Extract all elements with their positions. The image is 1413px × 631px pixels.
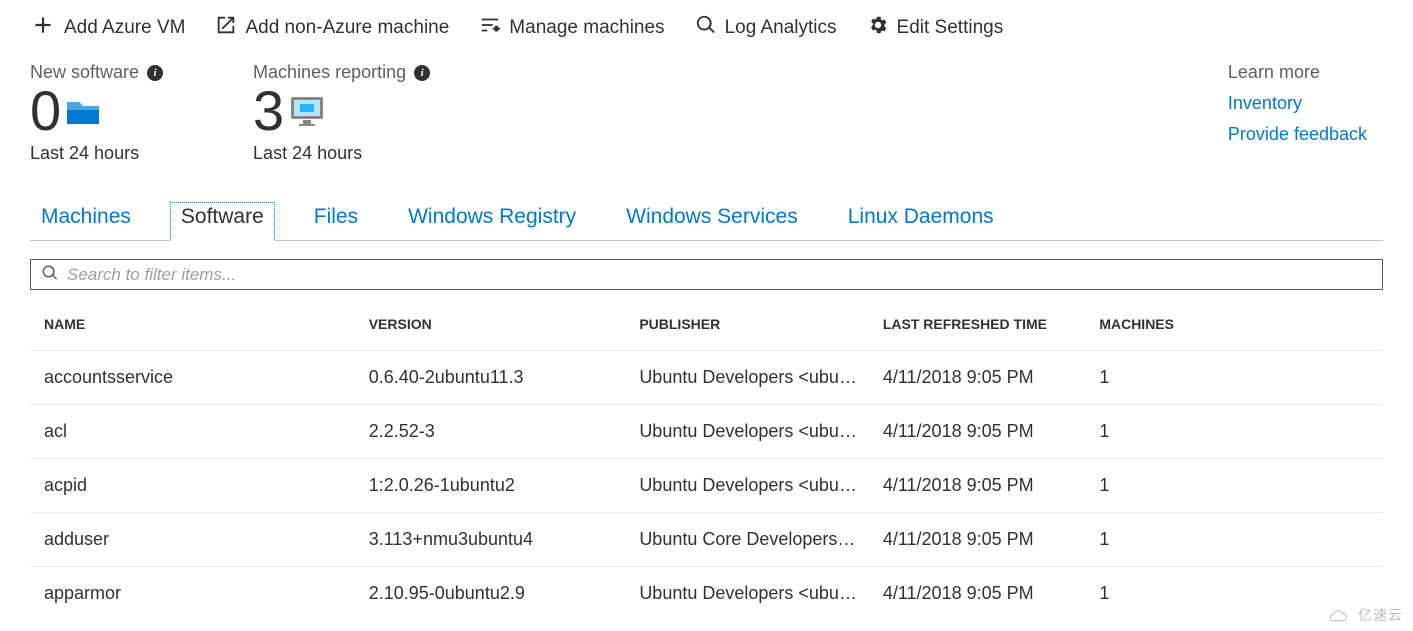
cell-machines: 1 (1085, 405, 1383, 459)
toolbar-label: Log Analytics (725, 17, 837, 39)
cell-name: apparmor (30, 567, 355, 621)
tab-files[interactable]: Files (303, 202, 369, 241)
tab-linux-daemons[interactable]: Linux Daemons (837, 202, 1005, 241)
table-row[interactable]: adduser3.113+nmu3ubuntu4Ubuntu Core Deve… (30, 513, 1383, 567)
gear-icon (867, 14, 889, 42)
cell-name: adduser (30, 513, 355, 567)
cell-machines: 1 (1085, 351, 1383, 405)
stat-value: 3 (253, 83, 284, 139)
cell-name: accountsservice (30, 351, 355, 405)
folder-icon (67, 98, 99, 124)
feedback-link[interactable]: Provide feedback (1228, 124, 1367, 145)
info-icon[interactable]: i (147, 65, 163, 81)
table-row[interactable]: accountsservice0.6.40-2ubuntu11.3Ubuntu … (30, 351, 1383, 405)
stat-machines-reporting: Machines reporting i 3 Last 24 hours (253, 62, 430, 164)
tab-software[interactable]: Software (170, 202, 275, 241)
toolbar-label: Add non-Azure machine (245, 17, 449, 39)
col-publisher[interactable]: PUBLISHER (625, 298, 869, 351)
cell-publisher: Ubuntu Developers <ubun… (625, 351, 869, 405)
col-machines[interactable]: MACHINES (1085, 298, 1383, 351)
tab-bar: Machines Software Files Windows Registry… (30, 174, 1383, 241)
toolbar-label: Add Azure VM (64, 17, 185, 39)
cell-name: acl (30, 405, 355, 459)
cell-version: 3.113+nmu3ubuntu4 (355, 513, 626, 567)
add-azure-vm-button[interactable]: Add Azure VM (30, 12, 185, 44)
table-header-row: NAME VERSION PUBLISHER LAST REFRESHED TI… (30, 298, 1383, 351)
learn-more-panel: Learn more Inventory Provide feedback (1228, 62, 1383, 164)
table-row[interactable]: acpid1:2.0.26-1ubuntu2Ubuntu Developers … (30, 459, 1383, 513)
cell-time: 4/11/2018 9:05 PM (869, 513, 1085, 567)
search-icon (41, 264, 59, 285)
add-non-azure-button[interactable]: Add non-Azure machine (215, 14, 449, 42)
software-table: NAME VERSION PUBLISHER LAST REFRESHED TI… (30, 298, 1383, 620)
table-row[interactable]: apparmor2.10.95-0ubuntu2.9Ubuntu Develop… (30, 567, 1383, 621)
cell-publisher: Ubuntu Developers <ubun… (625, 405, 869, 459)
cell-publisher: Ubuntu Developers <ubun… (625, 459, 869, 513)
manage-machines-button[interactable]: Manage machines (479, 14, 664, 42)
cell-version: 0.6.40-2ubuntu11.3 (355, 351, 626, 405)
search-icon (695, 14, 717, 42)
toolbar-label: Manage machines (509, 17, 664, 39)
plus-icon (30, 12, 56, 44)
edit-settings-button[interactable]: Edit Settings (867, 14, 1004, 42)
info-icon[interactable]: i (414, 65, 430, 81)
table-row[interactable]: acl2.2.52-3Ubuntu Developers <ubun…4/11/… (30, 405, 1383, 459)
log-analytics-button[interactable]: Log Analytics (695, 14, 837, 42)
col-name[interactable]: NAME (30, 298, 355, 351)
cell-version: 2.10.95-0ubuntu2.9 (355, 567, 626, 621)
cell-time: 4/11/2018 9:05 PM (869, 459, 1085, 513)
stat-new-software: New software i 0 Last 24 hours (30, 62, 163, 164)
learn-more-header: Learn more (1228, 62, 1367, 83)
stat-sub: Last 24 hours (30, 143, 163, 164)
search-input[interactable] (67, 265, 1372, 285)
cell-machines: 1 (1085, 459, 1383, 513)
stat-sub: Last 24 hours (253, 143, 430, 164)
stats-row: New software i 0 Last 24 hours Machines … (0, 62, 1413, 174)
toolbar: Add Azure VM Add non-Azure machine Manag… (0, 0, 1413, 62)
stat-value: 0 (30, 83, 61, 139)
cell-time: 4/11/2018 9:05 PM (869, 567, 1085, 621)
cell-name: acpid (30, 459, 355, 513)
tab-windows-services[interactable]: Windows Services (615, 202, 809, 241)
cell-time: 4/11/2018 9:05 PM (869, 405, 1085, 459)
inventory-link[interactable]: Inventory (1228, 93, 1367, 114)
cell-machines: 1 (1085, 513, 1383, 567)
tab-windows-registry[interactable]: Windows Registry (397, 202, 587, 241)
tab-machines[interactable]: Machines (30, 202, 142, 241)
cell-time: 4/11/2018 9:05 PM (869, 351, 1085, 405)
sliders-icon (479, 14, 501, 42)
toolbar-label: Edit Settings (897, 17, 1004, 39)
col-last-refreshed[interactable]: LAST REFRESHED TIME (869, 298, 1085, 351)
col-version[interactable]: VERSION (355, 298, 626, 351)
watermark: 亿速云 (1326, 605, 1403, 625)
cell-publisher: Ubuntu Developers <ubun… (625, 567, 869, 621)
cell-version: 2.2.52-3 (355, 405, 626, 459)
monitor-icon (290, 96, 324, 126)
search-box[interactable] (30, 259, 1383, 290)
cell-publisher: Ubuntu Core Developers… (625, 513, 869, 567)
cell-version: 1:2.0.26-1ubuntu2 (355, 459, 626, 513)
external-link-icon (215, 14, 237, 42)
